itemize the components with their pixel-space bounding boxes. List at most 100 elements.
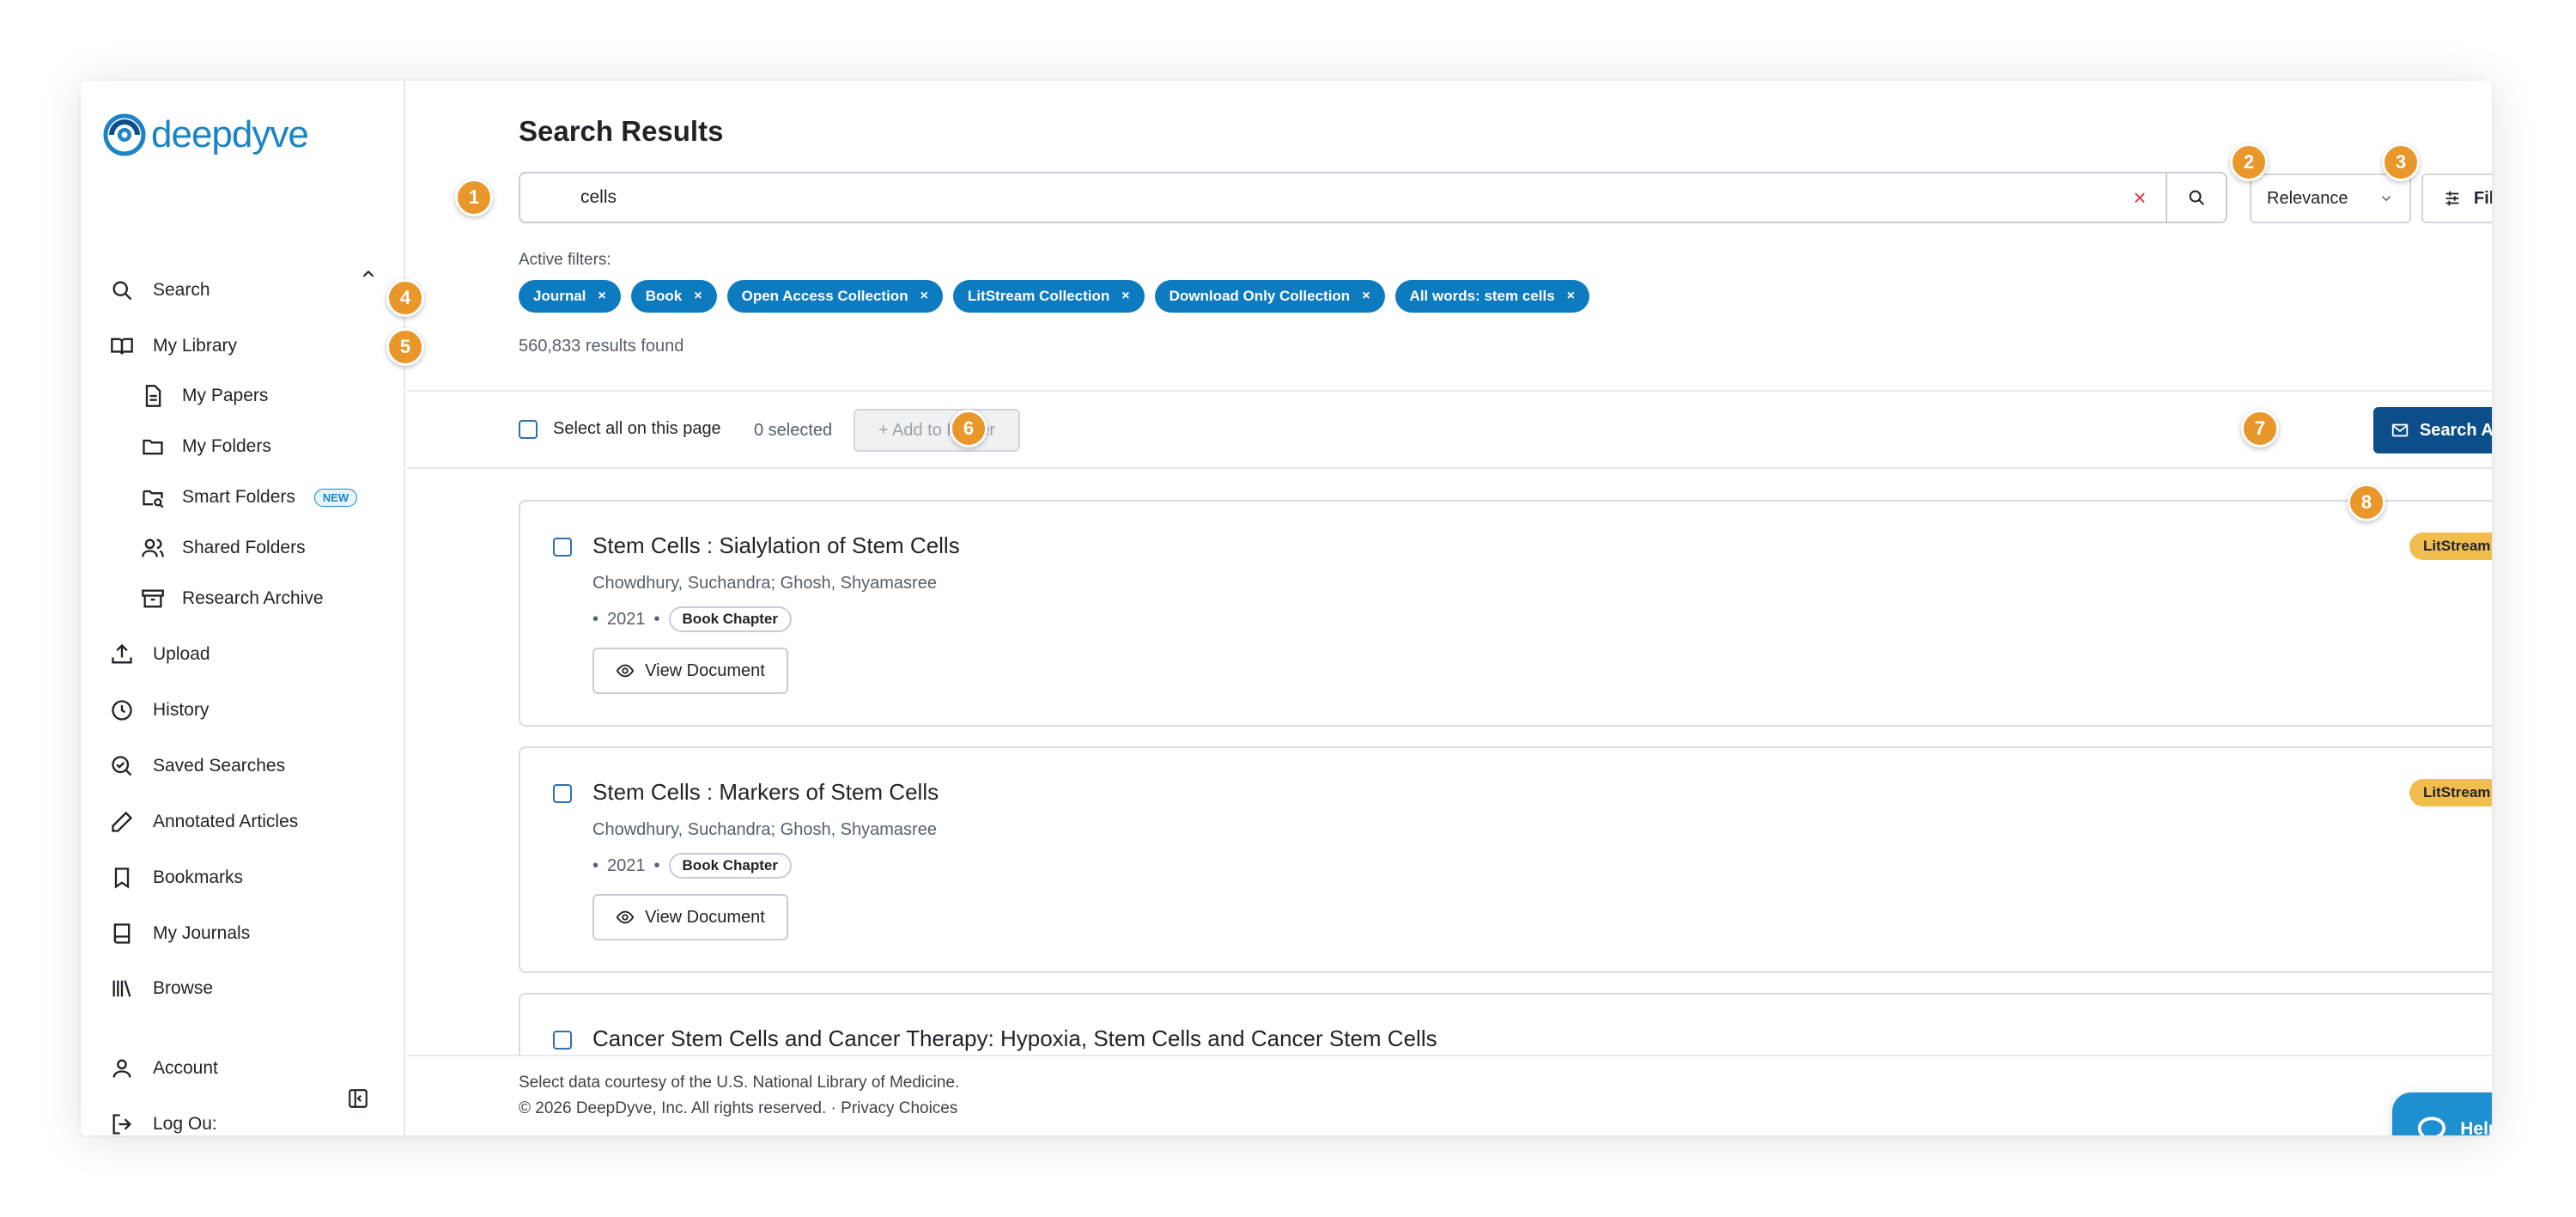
annotation-marker: 6	[950, 410, 987, 447]
sidebar-item-label: Saved Searches	[153, 756, 286, 776]
result-title[interactable]: Stem Cells : Sialylation of Stem Cells	[592, 532, 960, 559]
sidebar-item-logout[interactable]: Log Ou:	[110, 1105, 217, 1135]
sidebar-item-smart-folders[interactable]: Smart Folders NEW	[141, 478, 358, 516]
select-all-checkbox[interactable]	[519, 419, 538, 439]
sidebar-item-annotated-articles[interactable]: Annotated Articles	[110, 803, 298, 841]
upload-icon	[112, 643, 132, 664]
select-all-label: Select all on this page	[553, 419, 721, 438]
footer: Select data courtesy of the U.S. Nationa…	[407, 1055, 2492, 1135]
meta-separator: •	[653, 609, 660, 629]
results-toolbar: Select all on this page 0 selected + Add…	[407, 390, 2492, 469]
sidebar-item-account[interactable]: Account	[110, 1050, 218, 1087]
remove-chip-icon[interactable]: ×	[1362, 289, 1370, 304]
filters-button[interactable]: Filters	[2421, 173, 2492, 223]
result-card: Stem Cells : Markers of Stem Cells Chowd…	[519, 746, 2492, 973]
result-checkbox[interactable]	[553, 1031, 572, 1050]
chip-label: All words: stem cells	[1409, 288, 1555, 304]
result-checkbox[interactable]	[553, 538, 572, 557]
sidebar-item-label: Upload	[153, 644, 210, 664]
sidebar-item-label: My Journals	[153, 923, 251, 943]
result-title[interactable]: Cancer Stem Cells and Cancer Therapy: Hy…	[592, 1025, 1437, 1052]
results-count: 560,833 results found	[519, 337, 684, 356]
sidebar-item-label: Search	[153, 280, 210, 300]
chevron-up-icon[interactable]	[359, 265, 378, 283]
filter-chip[interactable]: Open Access Collection ×	[726, 280, 943, 313]
search-input[interactable]	[520, 173, 2114, 222]
sidebar-item-my-papers[interactable]: My Papers	[141, 377, 268, 415]
select-all[interactable]: Select all on this page	[519, 419, 721, 439]
sidebar-item-search[interactable]: Search	[110, 271, 210, 309]
deepdyve-logo-icon	[103, 113, 146, 156]
sidebar-item-my-library[interactable]: My Library	[110, 327, 237, 365]
result-meta: • 2021 • Book Chapter	[592, 853, 792, 879]
chip-label: LitStream Collection	[967, 288, 1110, 304]
library-icon	[112, 980, 131, 997]
sidebar-item-history[interactable]: History	[110, 691, 209, 729]
remove-chip-icon[interactable]: ×	[1121, 289, 1129, 304]
result-title[interactable]: Stem Cells : Markers of Stem Cells	[592, 779, 939, 806]
sidebar-item-my-folders[interactable]: My Folders	[141, 428, 271, 466]
add-to-folder-button[interactable]: + Add to Folder	[854, 409, 1020, 452]
logo[interactable]: deepdyve	[103, 110, 309, 160]
folder-icon	[143, 439, 163, 455]
result-year: 2021	[607, 609, 646, 629]
sidebar: deepdyve Search My Library My Papers My …	[81, 81, 405, 1135]
brand-name: deepdyve	[151, 113, 309, 155]
sort-select[interactable]: Relevance	[2250, 173, 2411, 223]
view-document-button[interactable]: View Document	[592, 894, 788, 940]
view-document-label: View Document	[645, 660, 765, 680]
sidebar-item-label: Annotated Articles	[153, 812, 299, 831]
search-submit-button[interactable]	[2166, 173, 2226, 222]
chat-bubble-icon	[2418, 1117, 2446, 1135]
remove-chip-icon[interactable]: ×	[920, 289, 928, 304]
sidebar-item-label: My Papers	[182, 386, 269, 405]
meta-separator: •	[592, 609, 599, 629]
source-badge: LitStream	[2409, 532, 2492, 560]
sidebar-item-saved-searches[interactable]: Saved Searches	[110, 747, 285, 785]
journal-icon	[113, 923, 131, 944]
annotation-marker: 4	[386, 279, 424, 317]
sidebar-item-upload[interactable]: Upload	[110, 636, 210, 673]
annotation-marker: 5	[386, 328, 424, 366]
eye-icon	[616, 910, 635, 924]
search-icon	[112, 281, 132, 301]
filter-chip[interactable]: Download Only Collection ×	[1154, 280, 1385, 313]
annotation-marker: 8	[2348, 484, 2385, 521]
help-button[interactable]: Help	[2392, 1092, 2492, 1135]
filters-label: Filters	[2473, 188, 2492, 208]
book-open-icon	[111, 338, 133, 355]
smart-folder-icon	[143, 490, 164, 508]
sidebar-item-research-archive[interactable]: Research Archive	[141, 580, 324, 618]
sidebar-item-bookmarks[interactable]: Bookmarks	[110, 859, 243, 897]
filter-chip[interactable]: Book ×	[630, 280, 717, 313]
remove-chip-icon[interactable]: ×	[694, 289, 702, 304]
chip-label: Open Access Collection	[741, 288, 908, 304]
annotation-marker: 2	[2230, 143, 2268, 181]
sidebar-item-label: Research Archive	[182, 588, 324, 608]
view-document-button[interactable]: View Document	[592, 648, 788, 694]
filter-chip[interactable]: Journal ×	[519, 280, 621, 313]
filter-chip[interactable]: LitStream Collection ×	[952, 280, 1145, 313]
sidebar-item-label: Smart Folders	[182, 487, 295, 507]
chip-label: Book	[645, 288, 683, 304]
clear-search-icon[interactable]: ×	[2114, 173, 2166, 222]
chevron-down-icon	[2381, 196, 2391, 202]
filter-chip[interactable]: All words: stem cells ×	[1394, 280, 1590, 313]
chip-label: Download Only Collection	[1169, 288, 1351, 304]
sidebar-item-label: Bookmarks	[153, 867, 244, 887]
annotation-marker: 1	[455, 179, 493, 216]
sidebar-item-browse[interactable]: Browse	[110, 970, 213, 1007]
remove-chip-icon[interactable]: ×	[598, 289, 605, 304]
result-authors: Chowdhury, Suchandra; Ghosh, Shyamasree	[592, 820, 937, 839]
sidebar-item-label: History	[153, 700, 210, 720]
result-checkbox[interactable]	[553, 784, 572, 803]
collapse-sidebar-icon[interactable]	[347, 1087, 369, 1110]
sidebar-item-my-journals[interactable]: My Journals	[110, 915, 250, 952]
source-badge: LitStream	[2409, 779, 2492, 806]
sidebar-item-shared-folders[interactable]: Shared Folders	[141, 529, 306, 567]
view-document-label: View Document	[645, 907, 765, 927]
result-card: Stem Cells : Sialylation of Stem Cells C…	[519, 500, 2492, 727]
search-alerts-button[interactable]: Search Alerts	[2373, 407, 2492, 453]
remove-chip-icon[interactable]: ×	[1567, 289, 1575, 304]
pencil-icon	[112, 811, 133, 832]
